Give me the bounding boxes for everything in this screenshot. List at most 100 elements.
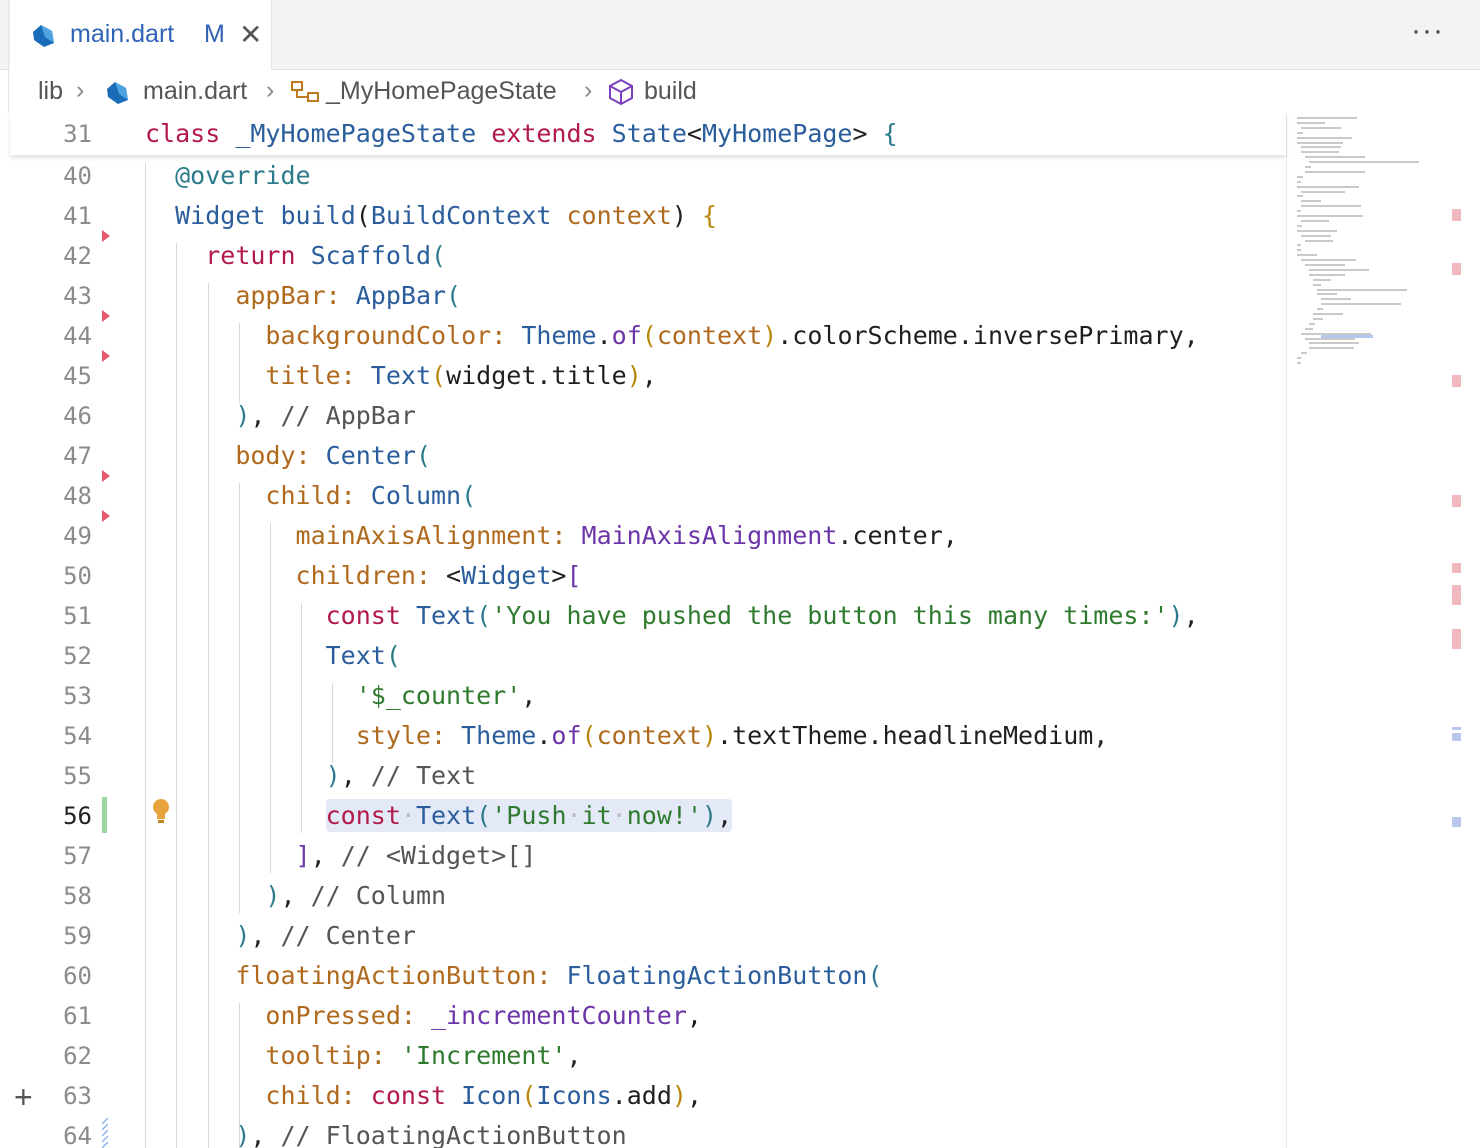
minimap-line <box>1297 136 1352 139</box>
deleted-lines-marker[interactable] <box>102 350 110 362</box>
minimap-selection-marker <box>1452 727 1461 730</box>
minimap-line <box>1317 288 1407 291</box>
added-line-marker[interactable] <box>102 797 107 833</box>
line-number: 49 <box>63 522 92 550</box>
minimap-line <box>1305 239 1333 242</box>
code-text: appBar: AppBar( <box>235 281 462 310</box>
breadcrumb-file[interactable]: main.dart <box>143 77 247 106</box>
code-text: tooltip: 'Increment', <box>265 1041 582 1070</box>
minimap-line <box>1309 342 1359 345</box>
code-line-54: 54 style: Theme.of(context).textTheme.he… <box>0 715 1286 755</box>
code-line-44: 44 backgroundColor: Theme.of(context).co… <box>0 315 1286 355</box>
code-text: ], // <Widget>[] <box>295 841 537 870</box>
code-text: const Text('You have pushed the button t… <box>325 601 1199 630</box>
code-line-45: 45 title: Text(widget.title), <box>0 355 1286 395</box>
minimap-line <box>1297 357 1301 360</box>
code-line-48: 48 child: Column( <box>0 475 1286 515</box>
add-icon[interactable]: + <box>14 1079 33 1116</box>
line-number: 57 <box>63 842 92 870</box>
minimap-line <box>1309 161 1419 164</box>
code-text: title: Text(widget.title), <box>265 361 657 390</box>
code-text: ), // Column <box>265 881 447 910</box>
minimap-line <box>1297 175 1303 178</box>
code-line-40: 40 @override <box>0 155 1286 195</box>
line-number: 61 <box>63 1002 92 1030</box>
minimap-line <box>1297 249 1301 252</box>
minimap-line <box>1297 210 1301 213</box>
minimap-line <box>1313 278 1331 281</box>
deleted-lines-marker[interactable] <box>102 510 110 522</box>
minimap-line <box>1297 195 1303 198</box>
minimap-line <box>1297 180 1301 183</box>
tab-main-dart[interactable]: main.dart M ✕ <box>10 0 272 70</box>
code-line-56: 56 const·Text('Push·it·now!'), <box>0 795 1286 835</box>
code-line-57: 57 ], // <Widget>[] <box>0 835 1286 875</box>
code-text: @override <box>175 161 311 190</box>
minimap-line <box>1301 151 1339 154</box>
code-line-59: 59 ), // Center <box>0 915 1286 955</box>
minimap-line <box>1321 303 1401 306</box>
lightbulb-icon[interactable] <box>150 797 172 827</box>
line-number: 54 <box>63 722 92 750</box>
minimap-line <box>1297 244 1301 247</box>
code-text: body: Center( <box>235 441 432 470</box>
modified-line-marker[interactable] <box>102 1118 108 1148</box>
code-text: Text( <box>325 641 401 670</box>
minimap-line <box>1305 327 1313 330</box>
minimap-highlight <box>1321 335 1373 338</box>
minimap-line <box>1305 264 1345 266</box>
line-number: 47 <box>63 442 92 470</box>
minimap-line <box>1317 308 1323 311</box>
line-number: 52 <box>63 642 92 670</box>
code-text: ), // AppBar <box>235 401 416 430</box>
more-actions-icon[interactable]: ··· <box>1411 14 1444 48</box>
code-line-46: 46 ), // AppBar <box>0 395 1286 435</box>
minimap-line <box>1301 126 1341 129</box>
breadcrumb-method[interactable]: build <box>644 77 697 106</box>
code-text: floatingActionButton: FloatingActionButt… <box>235 961 883 990</box>
chevron-right-icon: › <box>266 76 275 104</box>
code-text: ), // Center <box>235 921 416 950</box>
code-line-43: 43 appBar: AppBar( <box>0 275 1286 315</box>
minimap-line <box>1301 234 1331 237</box>
minimap-line <box>1297 229 1337 232</box>
line-number: 58 <box>63 882 92 910</box>
code-text: style: Theme.of(context).textTheme.headl… <box>355 721 1109 750</box>
code-line-58: 58 ), // Column <box>0 875 1286 915</box>
code-line-63: 63 child: const Icon(Icons.add), <box>0 1075 1286 1115</box>
line-number: 50 <box>63 562 92 590</box>
deleted-lines-marker[interactable] <box>102 230 110 242</box>
minimap-change-marker <box>1452 495 1461 507</box>
code-text: const·Text('Push·it·now!'), <box>325 799 733 832</box>
code-line-51: 51 const Text('You have pushed the butto… <box>0 595 1286 635</box>
line-number: 51 <box>63 602 92 630</box>
deleted-lines-marker[interactable] <box>102 470 110 482</box>
code-text: children: <Widget>[ <box>295 561 582 590</box>
code-text: child: const Icon(Icons.add), <box>265 1081 703 1110</box>
minimap-line <box>1301 190 1345 193</box>
breadcrumb-class[interactable]: _MyHomePageState <box>326 77 557 106</box>
sticky-scroll-header[interactable]: 31 class _MyHomePageState extends State<… <box>10 113 1286 155</box>
line-number: 64 <box>63 1122 92 1148</box>
minimap-line <box>1297 185 1359 188</box>
code-text: mainAxisAlignment: MainAxisAlignment.cen… <box>295 521 958 550</box>
dart-file-icon <box>107 82 128 104</box>
breadcrumb-lib[interactable]: lib <box>38 77 63 106</box>
minimap-change-marker <box>1452 263 1461 275</box>
deleted-lines-marker[interactable] <box>102 310 110 322</box>
line-number: 31 <box>63 120 92 148</box>
minimap-line <box>1301 200 1321 203</box>
minimap-line <box>1313 313 1343 315</box>
minimap-change-marker <box>1452 585 1461 605</box>
code-line-55: 55 ), // Text <box>0 755 1286 795</box>
code-line-64: 64 ), // FloatingActionButton <box>0 1115 1286 1148</box>
code-editor[interactable]: 40 @override 41 Widget build(BuildContex… <box>0 113 1286 1148</box>
code-line: class _MyHomePageState extends State<MyH… <box>145 119 898 148</box>
code-line-62: 62 tooltip: 'Increment', <box>0 1035 1286 1075</box>
close-icon[interactable]: ✕ <box>239 18 262 51</box>
code-line-49: 49 mainAxisAlignment: MainAxisAlignment.… <box>0 515 1286 555</box>
minimap[interactable] <box>1286 113 1480 1148</box>
minimap-line <box>1321 298 1351 301</box>
line-number: 45 <box>63 362 92 390</box>
minimap-selection-marker <box>1452 733 1461 741</box>
